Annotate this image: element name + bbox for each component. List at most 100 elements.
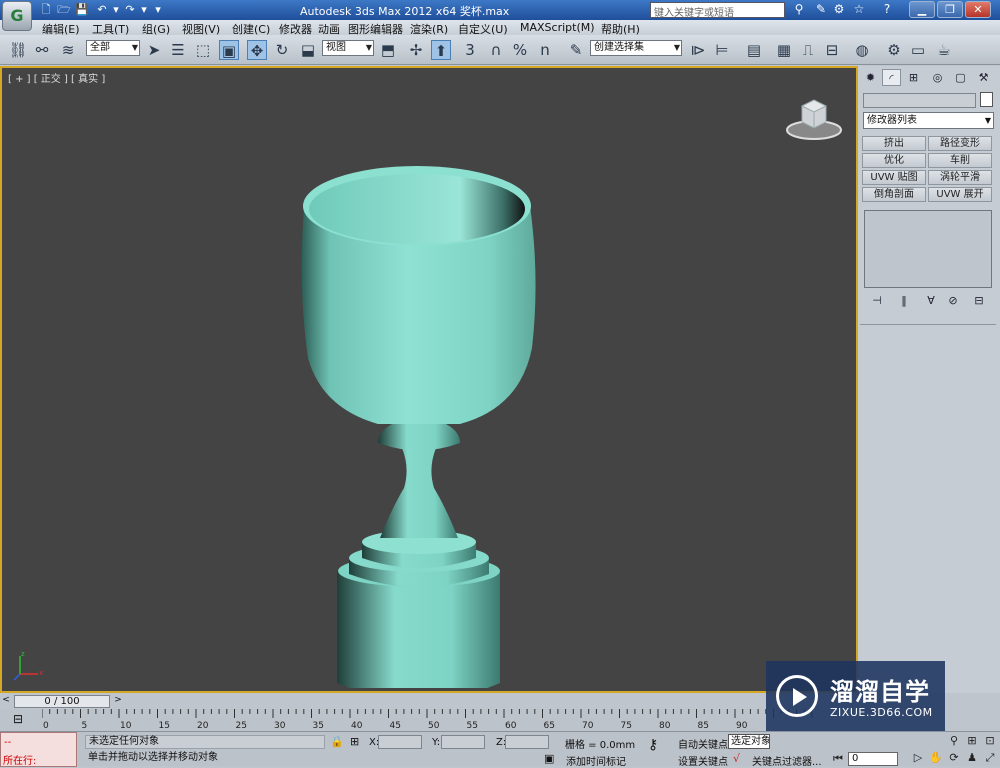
fov-icon[interactable]: ▷ <box>910 751 926 765</box>
render-setup-icon[interactable]: ⚙ <box>884 40 904 60</box>
select-rotate-icon[interactable]: ↻ <box>272 40 292 60</box>
help-icon[interactable]: ? <box>878 2 896 18</box>
selection-filter-select[interactable]: 全部 <box>86 40 140 56</box>
timeline-ruler[interactable]: 0 5 10 15 20 25 30 35 40 45 50 55 60 65 70 75 80 85 90 <box>42 709 852 731</box>
current-frame-field[interactable]: 0 <box>848 752 898 766</box>
quick-access-dropdown-icon[interactable]: ▾ <box>150 2 166 17</box>
pin-stack-icon[interactable]: ⊣ <box>868 294 886 310</box>
modifier-bevel-profile-button[interactable]: 倒角剖面 <box>862 187 926 202</box>
absolute-mode-icon[interactable]: ⊞ <box>350 735 359 748</box>
edit-named-selection-icon[interactable]: ✎ <box>566 40 586 60</box>
modifier-pathdeform-button[interactable]: 路径变形 <box>928 136 992 151</box>
new-file-icon[interactable]: 🗋 <box>38 2 54 17</box>
select-scale-icon[interactable]: ⬓ <box>298 40 318 60</box>
modifier-uvw-map-button[interactable]: UVW 贴图 <box>862 170 926 185</box>
modifier-extrude-button[interactable]: 挤出 <box>862 136 926 151</box>
lock-selection-icon[interactable]: 🔒 <box>330 735 344 748</box>
make-unique-icon[interactable]: ∀ <box>922 294 940 310</box>
select-by-name-icon[interactable]: ☰ <box>168 40 188 60</box>
modifier-unwrap-uvw-button[interactable]: UVW 展开 <box>928 187 992 202</box>
pan-hand-icon[interactable]: ✋ <box>928 751 944 765</box>
bind-space-warp-icon[interactable]: ≋ <box>58 40 78 60</box>
viewport-label[interactable]: [ + ] [ 正交 ] [ 真实 ] <box>8 70 105 85</box>
object-color-swatch[interactable] <box>980 92 993 107</box>
render-teapot-icon[interactable]: ☕ <box>934 40 954 60</box>
minimize-button[interactable]: ▁ <box>909 1 935 18</box>
key-curve-icon[interactable]: √ <box>733 752 740 765</box>
material-editor-icon[interactable]: ◍ <box>852 40 872 60</box>
align-icon[interactable]: ⊨ <box>712 40 732 60</box>
maximize-viewport-icon[interactable]: ⤢ <box>982 751 998 765</box>
track-bar[interactable]: ⊟ 0 5 10 15 20 25 30 35 40 45 50 55 60 65 70 75 80 85 90 <box>0 709 858 731</box>
front-viewport[interactable]: [ + ] [ 正交 ] [ 真实 ] x z <box>0 66 858 693</box>
time-slider[interactable]: < 0 / 100 > <box>0 695 858 709</box>
pivot-center-icon[interactable]: ⬒ <box>378 40 398 60</box>
graphite-ribbon-icon[interactable]: ▦ <box>774 40 794 60</box>
menu-maxscript[interactable]: MAXScript(M) <box>520 21 595 34</box>
modifier-stack-view[interactable] <box>864 210 992 288</box>
mirror-icon[interactable]: ⧐ <box>688 40 708 60</box>
remove-modifier-icon[interactable]: ⊘ <box>944 294 962 310</box>
motion-tab-icon[interactable]: ◎ <box>928 69 947 86</box>
modifier-lathe-button[interactable]: 车削 <box>928 153 992 168</box>
mini-curve-editor-icon[interactable]: ⊟ <box>8 712 28 728</box>
modifier-optimize-button[interactable]: 优化 <box>862 153 926 168</box>
favorites-star-icon[interactable]: ☆ <box>850 2 868 18</box>
restore-button[interactable]: ❐ <box>937 1 963 18</box>
viewcube-icon[interactable] <box>784 94 844 142</box>
y-coord-field[interactable] <box>441 735 485 749</box>
save-file-icon[interactable]: 💾 <box>74 2 90 17</box>
time-slider-next-icon[interactable]: > <box>112 695 124 708</box>
modifier-list-select[interactable]: 修改器列表 <box>863 112 994 129</box>
walk-through-icon[interactable]: ♟ <box>964 751 980 765</box>
modifier-turbosmooth-button[interactable]: 涡轮平滑 <box>928 170 992 185</box>
reference-coord-select[interactable]: 视图 <box>322 40 374 56</box>
angle-snap-icon[interactable]: ∩ <box>486 40 506 60</box>
goto-start-icon[interactable]: ⏮ <box>830 752 846 766</box>
open-file-icon[interactable]: 🗁 <box>56 2 72 17</box>
key-mode-select[interactable]: 选定对象 <box>728 734 770 749</box>
hierarchy-tab-icon[interactable]: ⊞ <box>904 69 923 86</box>
rect-selection-icon[interactable]: ⬚ <box>193 40 213 60</box>
maxscript-listener-mini[interactable]: -- 所在行: <box>0 732 77 767</box>
window-crossing-icon[interactable]: ▣ <box>219 40 239 60</box>
snaps-toggle-icon[interactable]: 3 <box>460 40 480 60</box>
display-tab-icon[interactable]: ▢ <box>951 69 970 86</box>
zoom-extents-icon[interactable]: ⊡ <box>982 734 998 748</box>
time-slider-prev-icon[interactable]: < <box>0 695 12 708</box>
time-tag-icon[interactable]: ▣ <box>544 752 554 765</box>
modify-tab-icon[interactable]: ◜ <box>882 69 901 86</box>
percent-snap-icon[interactable]: % <box>510 40 530 60</box>
z-coord-field[interactable] <box>505 735 549 749</box>
spinner-snap-icon[interactable]: n <box>535 40 555 60</box>
curve-editor-icon[interactable]: ⎍ <box>798 40 818 60</box>
close-button[interactable]: ✕ <box>965 1 991 18</box>
goblet-model[interactable] <box>282 108 562 688</box>
orbit-icon[interactable]: ⟳ <box>946 751 962 765</box>
search-input[interactable]: 键入关键字或短语 <box>650 2 785 19</box>
named-selection-select[interactable]: 创建选择集 <box>590 40 682 56</box>
app-logo-icon[interactable]: G <box>2 1 32 31</box>
configure-modifier-sets-icon[interactable]: ⊟ <box>970 294 988 310</box>
binoculars-icon[interactable]: ⚲ <box>790 2 808 18</box>
time-slider-thumb[interactable]: 0 / 100 <box>14 695 110 708</box>
keyboard-shortcut-override-icon[interactable]: ⬆ <box>431 40 451 60</box>
layer-manager-icon[interactable]: ▤ <box>744 40 764 60</box>
key-icon[interactable]: ⚷ <box>648 737 658 753</box>
select-manipulate-icon[interactable]: ✢ <box>406 40 426 60</box>
select-move-icon[interactable]: ✥ <box>247 40 267 60</box>
communication-icon[interactable]: ⚙ <box>830 2 848 18</box>
rendered-frame-icon[interactable]: ▭ <box>908 40 928 60</box>
unlink-icon[interactable]: ⚯ <box>32 40 52 60</box>
schematic-view-icon[interactable]: ⊟ <box>822 40 842 60</box>
create-tab-icon[interactable]: ✹ <box>861 69 880 86</box>
select-object-icon[interactable]: ➤ <box>144 40 164 60</box>
show-end-result-icon[interactable]: ‖ <box>895 294 913 310</box>
auto-key-button[interactable]: 自动关键点 <box>678 736 728 751</box>
zoom-all-icon[interactable]: ⊞ <box>964 734 980 748</box>
subscription-icon[interactable]: ✎ <box>812 2 830 18</box>
link-icon[interactable]: ⛓ <box>8 40 28 60</box>
x-coord-field[interactable] <box>378 735 422 749</box>
zoom-icon[interactable]: ⚲ <box>946 734 962 748</box>
object-name-field[interactable] <box>863 93 976 108</box>
